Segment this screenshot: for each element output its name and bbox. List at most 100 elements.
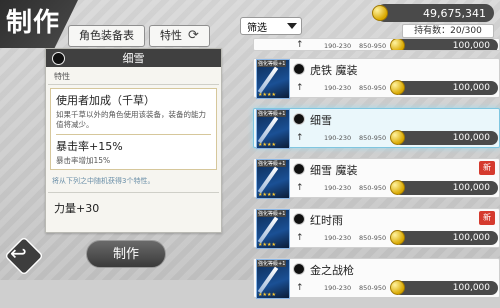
stat-range-2: 850-950 [359,284,387,292]
equipment-name: 细雪 [122,52,145,65]
tab-trait-label: 特性 [160,29,182,42]
traits-card: 使用者加成（千草） 如果千草以外的角色使用该装备，装备的能力值将减少。 暴击率+… [50,88,217,170]
tab-equip-table[interactable]: 角色装备表 [68,25,145,47]
enhance-tag: 強化等級+1 [257,110,287,117]
sword-icon [257,116,279,144]
stat-range-1: 190-230 [324,284,352,292]
rarity-stars-icon: ★★★★ [258,292,276,298]
gold-coin-icon [390,80,405,95]
list-item[interactable]: 強化等級+1 ★★★★ 细雪 魔装 ↑ 190-230 850-950 100,000 新 [253,158,500,199]
gold-coin-icon [390,180,405,195]
gold-coin-icon [390,230,405,245]
holding-count: 持有数：20/300 [402,24,494,38]
pin-icon: ↑ [296,183,304,193]
equip-type-icon [293,263,305,275]
equipment-thumbnail: 強化等級+1 ★★★★ [256,159,290,199]
rarity-stars-icon: ★★★★ [258,92,276,98]
pin-icon: ↑ [296,83,304,93]
panel-header: 细雪 [46,49,221,67]
equipment-thumbnail: 強化等級+1 ★★★★ [256,59,290,99]
equip-type-icon [293,213,305,225]
pin-icon: ↑ [296,283,304,293]
rarity-stars-icon: ★★★★ [258,142,276,148]
list-item[interactable]: ↑ 190-230 850-950 100,000 [253,38,500,51]
filter-dropdown[interactable]: 筛选 [240,17,302,35]
sword-icon [257,166,279,194]
equipment-thumbnail: 強化等級+1 ★★★★ [256,109,290,149]
stat-range-1: 190-230 [324,134,352,142]
list-item[interactable]: 強化等級+1 ★★★★ 细雪 ↑ 190-230 850-950 100,000 [253,108,500,149]
sword-icon [257,66,279,94]
gold-amount: 49,675,341 [423,6,486,20]
gold-coin-icon [372,5,388,21]
stat-range-2: 850-950 [359,184,387,192]
trait-desc: 如果千草以外的角色使用该装备，装备的能力值将减少。 [56,110,206,129]
make-button[interactable]: 制作 [86,240,166,268]
enhance-tag: 強化等級+1 [257,160,287,167]
divider [56,134,211,135]
price-pill: 100,000 [390,280,498,295]
stat-range-2: 850-950 [359,84,387,92]
item-name: 红时雨 [310,214,343,227]
stat-range-2: 850-950 [359,134,387,142]
item-name: 虎铁 魔装 [310,64,358,77]
trait-desc: 暴击率增加15% [56,156,111,165]
attributes-label: 特性 [48,67,219,85]
enhance-tag: 強化等級+1 [257,60,287,67]
tab-bar: 角色装备表 特性 ⟳ [68,25,210,47]
pin-icon: ↑ [296,233,304,243]
new-badge: 新 [479,161,495,175]
enhance-tag: 強化等級+1 [257,260,287,267]
trait-title: 暴击率+15% [56,140,123,153]
stat-range-1: 190-230 [324,42,352,50]
equip-type-icon [293,63,305,75]
price-pill: 100,000 [390,39,498,51]
equipment-thumbnail: 強化等級+1 ★★★★ [256,259,290,299]
price-pill: 100,000 [390,130,498,145]
gold-coin-icon [390,280,405,295]
price: 100,000 [452,133,490,143]
equip-type-icon [52,52,65,65]
list-item[interactable]: 強化等級+1 ★★★★ 金之战枪 ↑ 190-230 850-950 100,000 [253,258,500,299]
price-pill: 100,000 [390,180,498,195]
chevron-down-icon [287,23,297,29]
price-pill: 100,000 [390,80,498,95]
stat-range-1: 190-230 [324,234,352,242]
price-pill: 100,000 [390,230,498,245]
pin-icon: ↑ [296,133,304,143]
equipment-list: ↑ 190-230 850-950 100,000 強化等級+1 ★★★★ 虎铁 魔装 ↑ 19… [253,38,500,308]
stat-range-2: 850-950 [359,234,387,242]
item-name: 细雪 [310,114,332,127]
stat-range-2: 850-950 [359,42,387,50]
price: 100,000 [452,41,490,51]
equipment-thumbnail: 強化等級+1 ★★★★ [256,209,290,249]
gold-coin-icon [390,130,405,145]
rarity-stars-icon: ★★★★ [258,192,276,198]
stat-value: 力量+30 [48,192,219,216]
rarity-stars-icon: ★★★★ [258,242,276,248]
price: 100,000 [452,233,490,243]
pin-icon: ↑ [296,40,304,50]
gold-coin-icon [390,39,405,50]
price: 100,000 [452,83,490,93]
random-trait-note: 将从下列之中随机获得3个特性。 [52,177,155,185]
list-item[interactable]: 強化等級+1 ★★★★ 虎铁 魔装 ↑ 190-230 850-950 100,000 [253,58,500,99]
list-item[interactable]: 強化等級+1 ★★★★ 红时雨 ↑ 190-230 850-950 100,000 新 [253,208,500,249]
price: 100,000 [452,283,490,293]
equipment-detail-panel: 细雪 特性 使用者加成（千草） 如果千草以外的角色使用该装备，装备的能力值将减少… [45,48,222,233]
new-badge: 新 [479,211,495,225]
equip-type-icon [293,113,305,125]
filter-label: 筛选 [247,22,267,34]
stat-range-1: 190-230 [324,184,352,192]
stat-range-1: 190-230 [324,84,352,92]
trait-title: 使用者加成（千草） [56,94,155,107]
item-name: 金之战枪 [310,264,354,277]
tab-trait[interactable]: 特性 ⟳ [149,25,210,47]
enhance-tag: 強化等級+1 [257,210,287,217]
equip-type-icon [293,163,305,175]
page-title: 制作 [6,8,61,38]
gold-counter: 49,675,341 [372,4,494,22]
back-arrow-icon: ↩ [10,241,27,265]
sword-icon [257,266,279,294]
sync-icon: ⟳ [188,28,199,43]
